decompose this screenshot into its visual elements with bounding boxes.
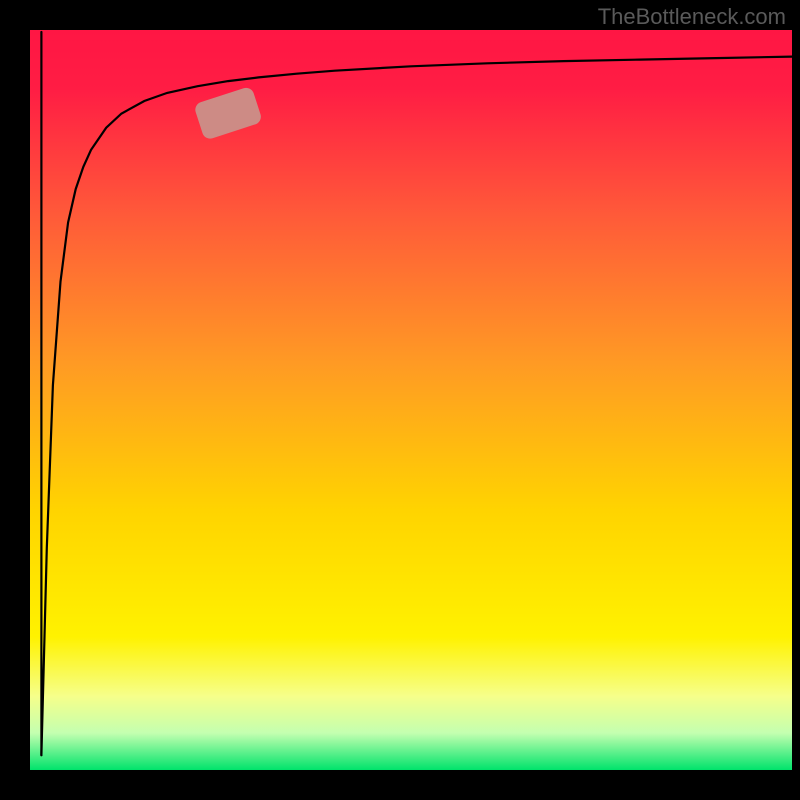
watermark-text: TheBottleneck.com (598, 4, 786, 30)
plot-background (30, 30, 792, 770)
chart-container: TheBottleneck.com (0, 0, 800, 800)
chart-svg (0, 0, 800, 800)
